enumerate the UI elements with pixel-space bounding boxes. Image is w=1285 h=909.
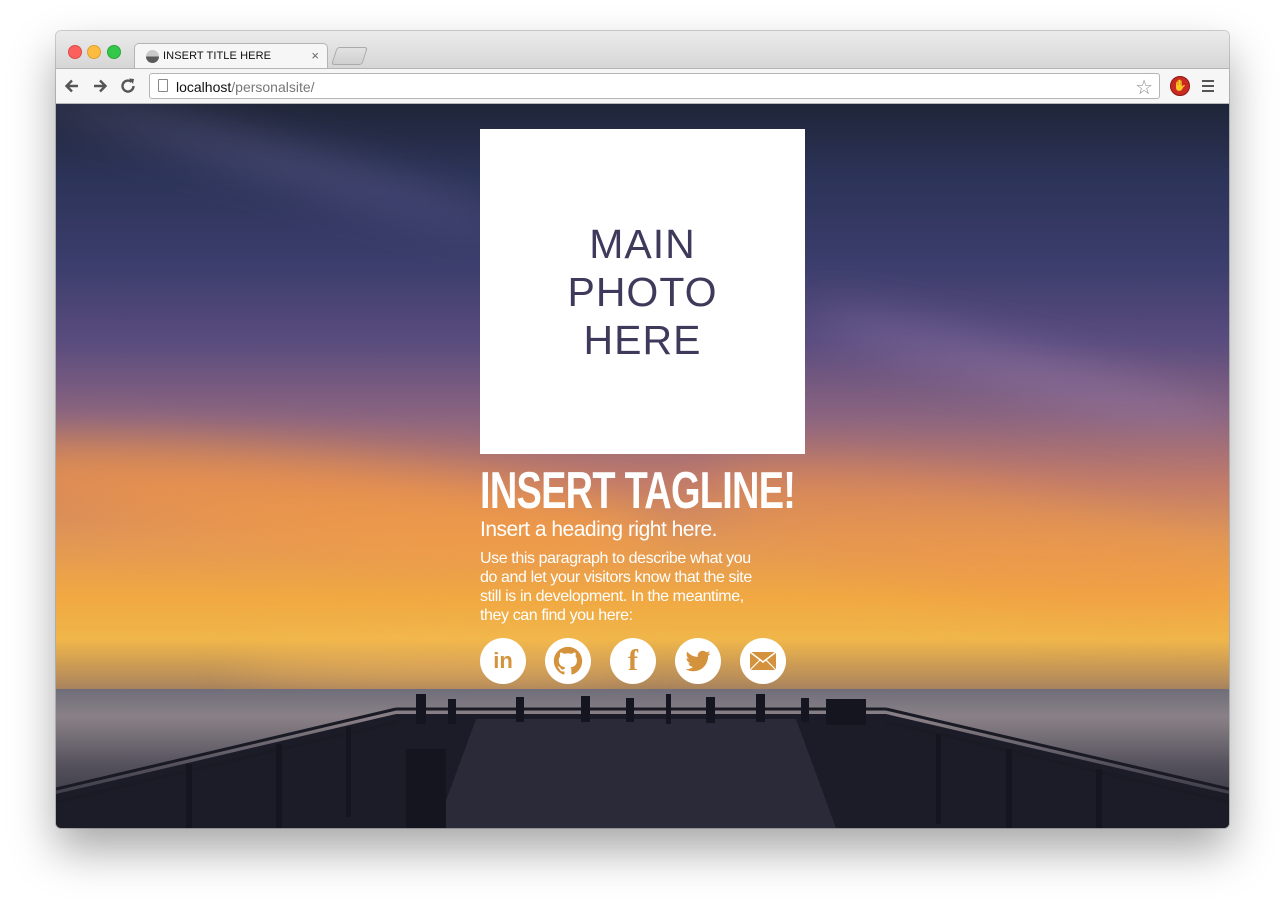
- page-viewport: MAIN PHOTO HERE INSERT TAGLINE! Insert a…: [56, 104, 1229, 828]
- twitter-icon[interactable]: [675, 638, 721, 684]
- browser-tab[interactable]: INSERT TITLE HERE ×: [134, 43, 328, 68]
- url-path: /personalsite/: [231, 79, 315, 95]
- email-icon[interactable]: [740, 638, 786, 684]
- forward-arrow-icon[interactable]: [90, 76, 110, 96]
- linkedin-icon[interactable]: in: [480, 638, 526, 684]
- browser-toolbar: localhost/personalsite/ ☆ ✋: [56, 68, 1229, 104]
- url-host: localhost: [176, 79, 232, 95]
- close-window-button[interactable]: [68, 45, 82, 59]
- url-text: localhost/personalsite/: [176, 79, 315, 95]
- tab-bar: INSERT TITLE HERE ×: [56, 31, 1229, 68]
- bookmark-star-icon[interactable]: ☆: [1135, 75, 1153, 100]
- sky-streak: [808, 302, 1229, 436]
- pier-silhouette: [56, 694, 1229, 828]
- tab-close-icon[interactable]: ×: [311, 48, 319, 63]
- new-tab-button[interactable]: [331, 47, 368, 65]
- minimize-window-button[interactable]: [87, 45, 101, 59]
- menu-icon[interactable]: [1202, 80, 1214, 95]
- github-icon[interactable]: [545, 638, 591, 684]
- photo-placeholder-text: MAIN PHOTO HERE: [567, 220, 718, 363]
- social-links: in f: [480, 638, 800, 684]
- reload-icon[interactable]: [118, 76, 138, 96]
- page-icon: [158, 79, 168, 92]
- sky-streak: [56, 104, 509, 236]
- favicon-icon: [146, 50, 159, 63]
- maximize-window-button[interactable]: [107, 45, 121, 59]
- back-arrow-icon[interactable]: [62, 76, 82, 96]
- adblock-extension-icon[interactable]: ✋: [1170, 76, 1190, 96]
- tab-title: INSERT TITLE HERE: [163, 50, 272, 62]
- browser-window: INSERT TITLE HERE × localhost/personalsi…: [56, 31, 1229, 828]
- main-photo-placeholder: MAIN PHOTO HERE: [480, 129, 805, 454]
- intro-paragraph: Use this paragraph to describe what you …: [480, 550, 752, 624]
- subheading: Insert a heading right here.: [480, 518, 718, 541]
- address-bar[interactable]: localhost/personalsite/ ☆: [149, 73, 1160, 99]
- facebook-icon[interactable]: f: [610, 638, 656, 684]
- tagline: INSERT TAGLINE!: [480, 462, 796, 520]
